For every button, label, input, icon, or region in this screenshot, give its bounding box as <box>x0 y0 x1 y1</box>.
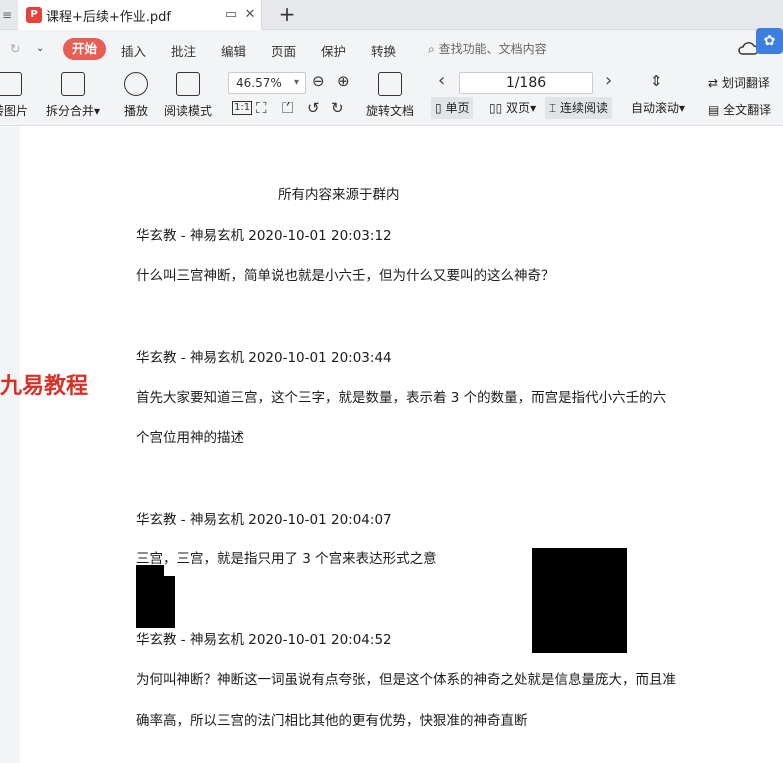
single-page-label: 单页 <box>445 101 470 115</box>
menu-bar: ↻ ⌄ 开始 插入 批注 编辑 页面 保护 转换 ⌕ 查找功能、文档内容 <box>0 30 783 68</box>
zoom-select[interactable]: 46.57% ▾ <box>228 72 306 94</box>
message-meta: 华玄教 - 神易玄机 2020-10-01 20:04:07 <box>136 512 392 528</box>
book-icon <box>176 72 200 96</box>
rotate-document-button[interactable]: 旋转文档 <box>366 72 414 119</box>
message-meta: 华玄教 - 神易玄机 2020-10-01 20:04:52 <box>136 632 392 648</box>
play-icon <box>124 72 148 96</box>
split-merge-button[interactable]: 拆分合并▾ <box>46 72 100 119</box>
double-page-button[interactable]: ▯▯ 双页▾ <box>485 97 540 119</box>
fit-width-icon[interactable]: ⏍ <box>282 99 293 117</box>
menu-tab-insert[interactable]: 插入 <box>121 41 146 60</box>
tab-bar: ≡ P 课程+后续+作业.pdf ▭ ✕ + <box>0 0 783 30</box>
window-restore-icon[interactable]: ▭ <box>223 7 239 23</box>
word-translate-button[interactable]: ⇄ 划词翻译 <box>708 74 770 91</box>
next-page-icon[interactable]: › <box>605 70 612 91</box>
search-placeholder: 查找功能、文档内容 <box>438 42 547 56</box>
image-icon <box>0 72 22 96</box>
rotate-document-icon <box>378 72 402 96</box>
menu-tab-annotate[interactable]: 批注 <box>171 41 196 60</box>
message-line: 为何叫神断？神断这一词虽说有点夸张，但是这个体系的神奇之处就是信息量庞大，而且准 <box>136 672 676 688</box>
chevron-down-icon: ▾ <box>293 77 299 88</box>
autoscroll-label: 自动滚动 <box>631 101 680 115</box>
search-icon: ⌕ <box>428 42 435 56</box>
message-line: 确率高，所以三宫的法门相比其他的更有优势，快狠准的神奇直断 <box>136 713 528 729</box>
tab-list-icon[interactable]: ≡ <box>0 0 16 30</box>
single-page-icon: ▯ <box>435 101 442 115</box>
actual-size-button[interactable]: 1:1 <box>232 101 253 115</box>
redaction-block <box>136 576 175 628</box>
rotate-left-icon[interactable]: ↺ <box>307 99 320 117</box>
continuous-icon: ⌶ <box>549 101 557 115</box>
autoscroll-icon[interactable]: ⇕ <box>650 72 663 90</box>
tab-title: 课程+后续+作业.pdf <box>46 9 171 25</box>
message-line: 首先大家要知道三宫，这个三字，就是数量，表示着 3 个的数量，而宫是指代小六壬的… <box>136 390 667 406</box>
zoom-value: 46.57% <box>236 76 282 90</box>
play-button[interactable]: 播放 <box>124 72 148 119</box>
zoom-in-icon[interactable]: ⊕ <box>337 72 350 90</box>
prev-page-icon[interactable]: ‹ <box>438 70 445 91</box>
app-logo-icon[interactable]: ✿ <box>756 28 783 54</box>
message-meta: 华玄教 - 神易玄机 2020-10-01 20:03:44 <box>136 350 392 366</box>
message-line: 什么叫三宫神断，简单说也就是小六壬，但为什么又要叫的这么神奇？ <box>136 268 555 284</box>
menu-tab-edit[interactable]: 编辑 <box>221 41 246 60</box>
continuous-reading-button[interactable]: ⌶ 连续阅读 <box>545 97 613 119</box>
menu-tab-protect[interactable]: 保护 <box>321 41 346 60</box>
reading-mode-label: 阅读模式 <box>164 104 213 118</box>
pdf-file-icon: P <box>26 7 42 23</box>
message-meta: 华玄教 - 神易玄机 2020-10-01 20:03:12 <box>136 228 392 244</box>
page-number-input[interactable]: 1/186 <box>459 72 593 94</box>
close-tab-icon[interactable]: ✕ <box>242 7 258 23</box>
menu-tab-convert[interactable]: 转换 <box>371 41 396 60</box>
redo-icon[interactable]: ↻ <box>10 41 20 56</box>
rotate-document-label: 旋转文档 <box>366 104 415 118</box>
word-translate-label: 划词翻译 <box>721 76 770 90</box>
single-page-button[interactable]: ▯ 单页 <box>431 97 474 119</box>
play-label: 播放 <box>124 104 149 118</box>
fit-page-icon[interactable]: ⛶ <box>256 99 267 117</box>
menu-tab-start[interactable]: 开始 <box>63 38 106 60</box>
double-page-label: 双页 <box>506 101 531 115</box>
split-merge-icon <box>61 72 86 96</box>
zoom-out-icon[interactable]: ⊖ <box>312 72 325 90</box>
redaction-block <box>532 548 627 653</box>
rotate-right-icon[interactable]: ↻ <box>331 99 344 117</box>
reading-mode-button[interactable]: 阅读模式 <box>164 72 212 119</box>
quick-access-dropdown-icon[interactable]: ⌄ <box>36 43 44 54</box>
to-image-button[interactable]: 转图片 <box>0 72 28 119</box>
to-image-label: 转图片 <box>0 104 29 118</box>
autoscroll-button[interactable]: 自动滚动▾ <box>627 97 689 119</box>
watermark-text: 九易教程 <box>0 374 89 399</box>
message-line: 三宫，三宫，就是指只用了 3 个宫来表达形式之意 <box>136 551 437 567</box>
message-line: 个宫位用神的描述 <box>136 430 244 446</box>
full-translate-button[interactable]: ▤ 全文翻译 <box>708 101 771 118</box>
full-translate-label: 全文翻译 <box>723 103 772 117</box>
toolbar: 转图片 拆分合并▾ 播放 阅读模式 46.57% ▾ ⊖ ⊕ 1:1 ⛶ ⏍ ↺… <box>0 68 783 126</box>
document-tab[interactable]: P 课程+后续+作业.pdf ▭ ✕ <box>18 0 262 30</box>
page-header: 所有内容来源于群内 <box>278 187 400 203</box>
document-translate-icon: ▤ <box>708 103 720 117</box>
menu-tab-page[interactable]: 页面 <box>271 41 296 60</box>
split-merge-label: 拆分合并▾ <box>46 104 101 118</box>
search-input[interactable]: ⌕ 查找功能、文档内容 <box>428 40 547 57</box>
continuous-label: 连续阅读 <box>560 101 609 115</box>
new-tab-button[interactable]: + <box>276 3 298 25</box>
translate-icon: ⇄ <box>708 76 719 90</box>
double-page-icon: ▯▯ <box>489 101 503 115</box>
